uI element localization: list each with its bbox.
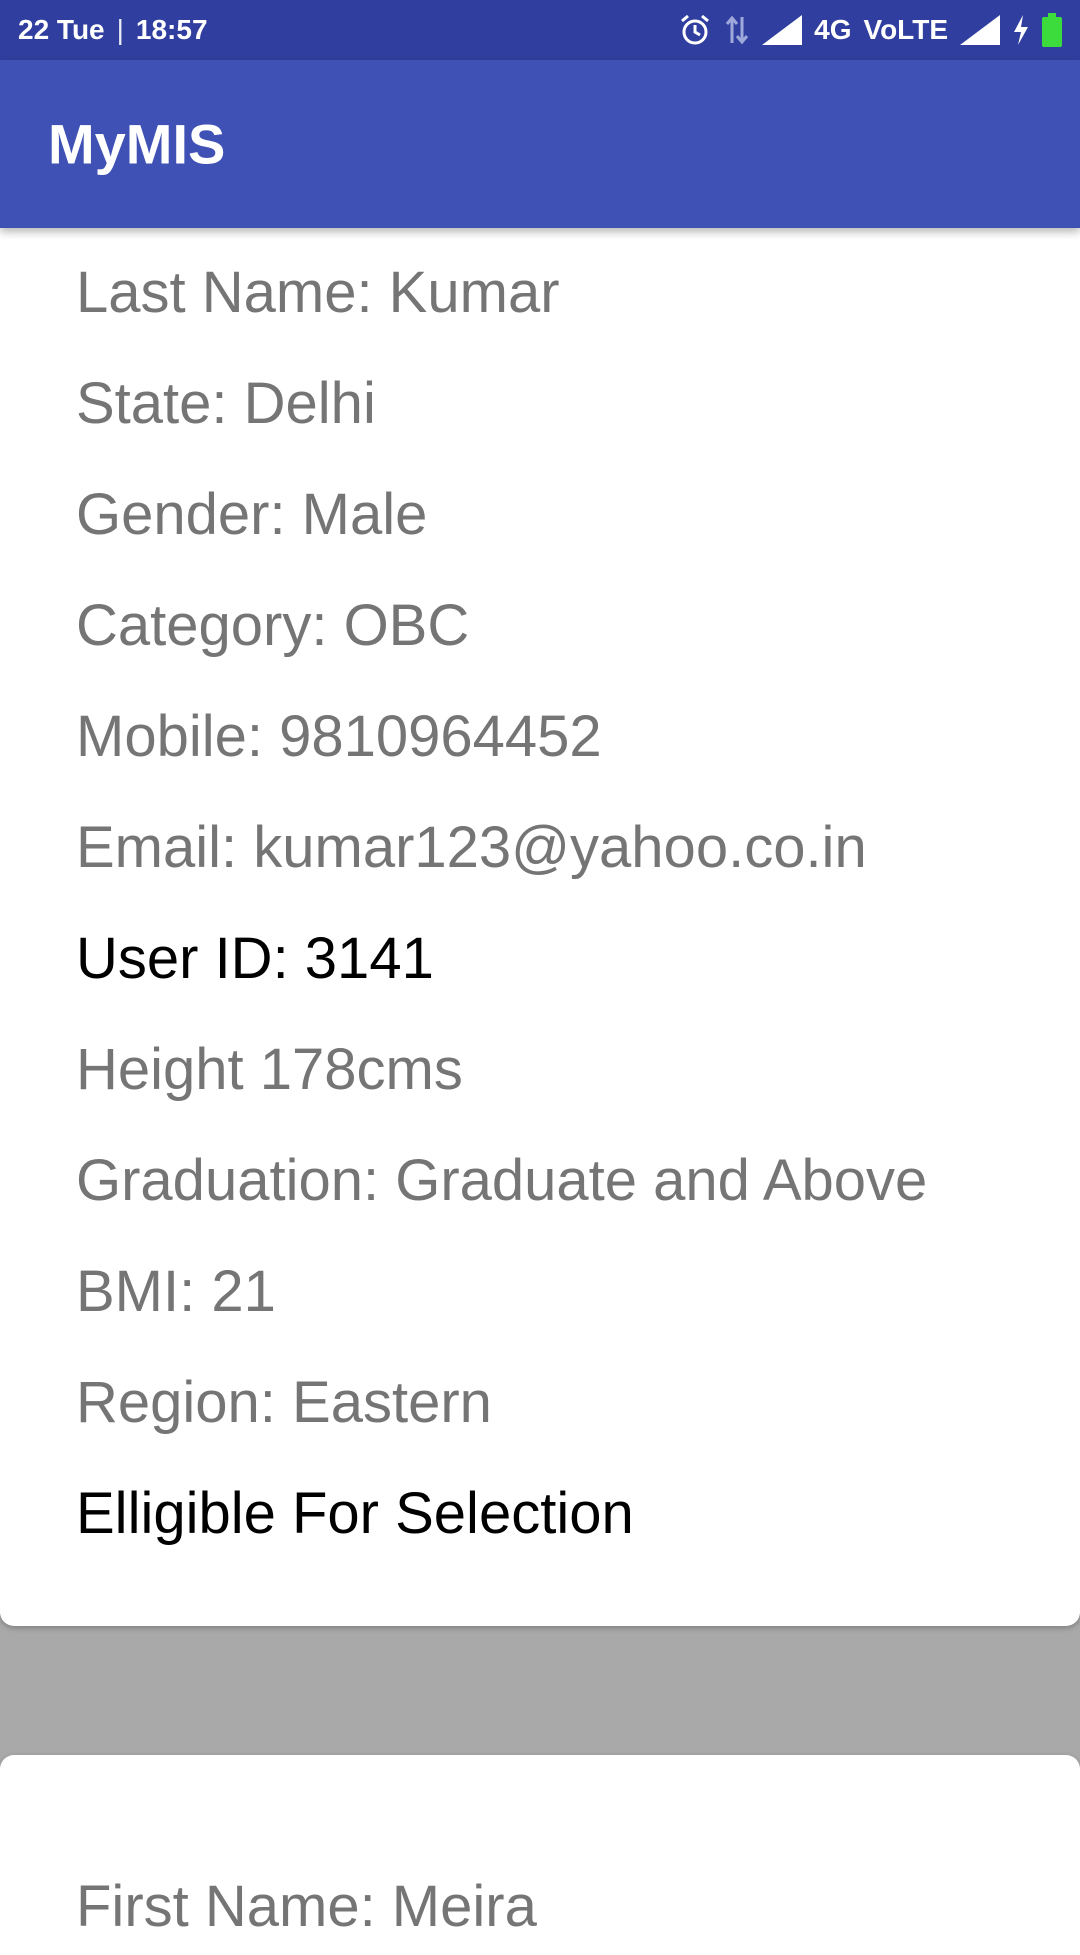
- state-field: State: Delhi: [76, 371, 376, 436]
- user-id-field: User ID: 3141: [76, 926, 434, 991]
- region-field: Region: Eastern: [76, 1370, 492, 1435]
- first-name-field: First Name: Meira: [76, 1874, 537, 1939]
- status-bar-left: 22 Tue | 18:57: [18, 14, 208, 46]
- status-time: 18:57: [135, 14, 208, 45]
- mobile-field: Mobile: 9810964452: [76, 704, 602, 769]
- status-separator: |: [116, 14, 124, 45]
- record-card[interactable]: First Name: Meira: [0, 1755, 1080, 1955]
- volte-label: VoLTE: [863, 14, 948, 45]
- bmi-field: BMI: 21: [76, 1259, 276, 1324]
- charging-icon: [1012, 15, 1030, 45]
- battery-icon: [1042, 13, 1062, 47]
- status-bar-right: 4G VoLTE: [678, 13, 1062, 47]
- signal-icon: [762, 15, 803, 45]
- status-bar: 22 Tue | 18:57 4G VoLTE: [0, 0, 1080, 60]
- gender-field: Gender: Male: [76, 482, 428, 547]
- height-field: Height 178cms: [76, 1037, 463, 1102]
- network-type-label: 4G: [814, 14, 852, 45]
- app-title: MyMIS: [48, 112, 226, 176]
- eligibility-status: Elligible For Selection: [76, 1481, 634, 1546]
- app-bar: MyMIS: [0, 60, 1080, 228]
- alarm-icon: [678, 13, 712, 47]
- email-field: Email: kumar123@yahoo.co.in: [76, 815, 867, 880]
- last-name-field: Last Name: Kumar: [76, 260, 560, 325]
- category-field: Category: OBC: [76, 593, 470, 658]
- graduation-field: Graduation: Graduate and Above: [76, 1148, 928, 1213]
- status-date: 22 Tue: [18, 14, 105, 45]
- signal-icon-2: [960, 15, 1000, 45]
- record-card[interactable]: Last Name: Kumar State: Delhi Gender: Ma…: [0, 228, 1080, 1626]
- data-transfer-icon: [724, 13, 750, 47]
